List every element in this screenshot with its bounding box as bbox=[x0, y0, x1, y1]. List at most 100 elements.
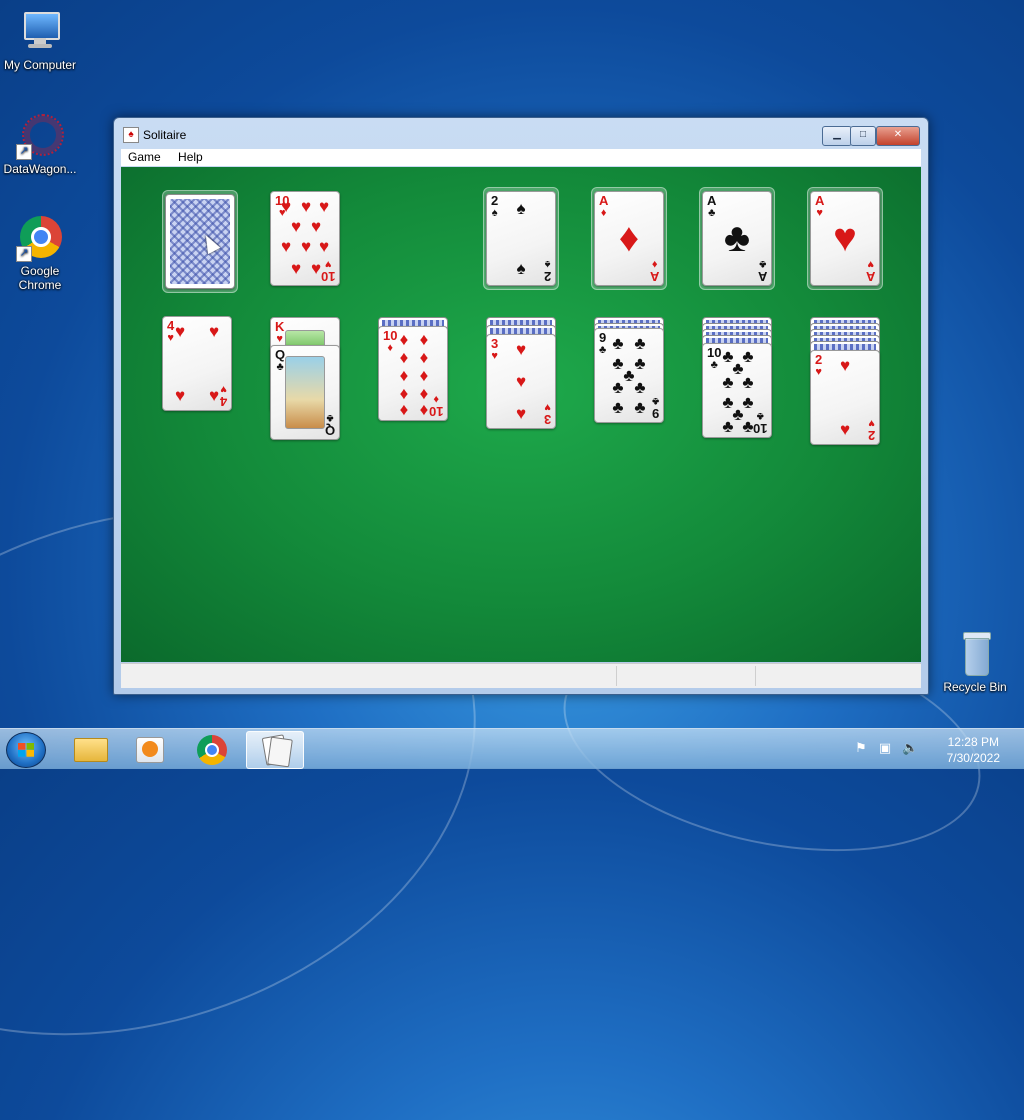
card-pip: ♠ bbox=[516, 199, 526, 218]
close-button[interactable]: ✕ bbox=[876, 126, 920, 146]
taskbar-google-chrome[interactable] bbox=[184, 731, 240, 767]
card-pip: ♦ bbox=[618, 216, 640, 260]
card-pip: ♥ bbox=[290, 259, 302, 278]
card-corner: A ♥ bbox=[815, 193, 825, 219]
folder-icon bbox=[74, 738, 108, 762]
card-pip: ♥ bbox=[310, 217, 322, 236]
card-pip: ♣ bbox=[634, 334, 646, 353]
card-corner: 10 ♦ bbox=[428, 393, 443, 419]
card-pip: ♣ bbox=[634, 398, 646, 417]
tableau-1-card[interactable]: 4 ♥ ♥ ♥ ♥ ♥ 4 ♥ bbox=[162, 316, 232, 411]
card-pip: ♣ bbox=[634, 378, 646, 397]
recycle-bin-icon bbox=[951, 630, 999, 678]
card-pip: ♥ bbox=[174, 322, 186, 341]
volume-icon[interactable]: 🔈 bbox=[902, 741, 918, 755]
tableau-4-card[interactable]: 3 ♥ ♥ ♥ ♥ 3 ♥ bbox=[486, 334, 556, 429]
desktop-icon-label: My Computer bbox=[3, 58, 77, 72]
menu-bar: Game Help bbox=[121, 149, 921, 166]
card-corner: Q ♣ bbox=[275, 347, 286, 373]
desktop-icon-my-computer[interactable]: My Computer bbox=[0, 8, 80, 72]
card-corner: 10 ♣ bbox=[752, 410, 767, 436]
solitaire-window: ♠ Solitaire ▁ □ ✕ Game Help 10 ♥ ♥ ♥ ♥ ♥ … bbox=[113, 117, 929, 695]
foundation-card-3[interactable]: A ♣ ♣ A ♣ bbox=[702, 191, 772, 286]
solitaire-icon-back bbox=[267, 736, 293, 768]
minimize-button[interactable]: ▁ bbox=[822, 126, 852, 146]
desktop-icon-label: DataWagon... bbox=[3, 162, 77, 176]
card-corner: 2 ♥ bbox=[867, 417, 875, 443]
window-title: Solitaire bbox=[143, 128, 187, 142]
waste-card[interactable]: 10 ♥ ♥ ♥ ♥ ♥ ♥ ♥ ♥ ♥ ♥ ♥ 10 ♥ bbox=[270, 191, 340, 286]
card-corner: 10 ♥ bbox=[320, 258, 335, 284]
foundation-card-2[interactable]: A ♦ ♦ A ♦ bbox=[594, 191, 664, 286]
taskbar: ⚑ ▣ 🔈 12:28 PM 7/30/2022 bbox=[0, 728, 1024, 769]
menu-game[interactable]: Game bbox=[121, 149, 168, 164]
tableau-7-card[interactable]: 2 ♥ ♥ ♥ 2 ♥ bbox=[810, 350, 880, 445]
foundation-card-1[interactable]: 2 ♠ ♠ ♠ 2 ♠ bbox=[486, 191, 556, 286]
card-pip: ♦ bbox=[419, 330, 429, 349]
card-pip: ♦ bbox=[419, 348, 429, 367]
card-pip: ♥ bbox=[839, 356, 851, 375]
card-corner: Q ♣ bbox=[324, 412, 335, 438]
card-corner: K ♥ bbox=[275, 319, 285, 345]
taskbar-media-player[interactable] bbox=[122, 731, 178, 767]
clock[interactable]: 12:28 PM 7/30/2022 bbox=[947, 734, 1000, 766]
foundation-card-4[interactable]: A ♥ ♥ A ♥ bbox=[810, 191, 880, 286]
clock-time: 12:28 PM bbox=[947, 735, 999, 749]
taskbar-solitaire[interactable] bbox=[246, 731, 304, 769]
network-icon[interactable]: ▣ bbox=[878, 741, 892, 755]
solitaire-app-icon: ♠ bbox=[123, 127, 139, 143]
card-corner: A ♦ bbox=[649, 258, 659, 284]
card-pip: ♥ bbox=[280, 197, 292, 216]
system-tray: ⚑ ▣ 🔈 12:28 PM 7/30/2022 bbox=[854, 729, 1024, 769]
card-pip: ♦ bbox=[399, 348, 409, 367]
tableau-6-card[interactable]: 10 ♣ ♣ ♣ ♣ ♣ ♣ ♣ ♣ ♣ ♣ ♣ 10 ♣ bbox=[702, 343, 772, 438]
card-pip: ♥ bbox=[208, 322, 220, 341]
card-pip: ♦ bbox=[399, 366, 409, 385]
shortcut-arrow-icon: ↗ bbox=[16, 246, 32, 262]
card-pip: ♣ bbox=[742, 373, 754, 392]
card-pip: ♥ bbox=[280, 237, 292, 256]
taskbar-windows-explorer[interactable] bbox=[62, 731, 118, 767]
card-corner: 3 ♥ bbox=[491, 336, 499, 362]
tableau-2-card[interactable]: Q ♣ Q ♣ bbox=[270, 345, 340, 440]
card-corner: 4 ♥ bbox=[219, 383, 227, 409]
card-pip: ♣ bbox=[722, 417, 734, 436]
card-pip: ♣ bbox=[723, 216, 751, 260]
card-pip: ♥ bbox=[290, 217, 302, 236]
game-board: 10 ♥ ♥ ♥ ♥ ♥ ♥ ♥ ♥ ♥ ♥ ♥ 10 ♥ 2 ♠ ♠ ♠ 2 ♠ A ♦… bbox=[121, 167, 921, 662]
shortcut-arrow-icon: ↗ bbox=[16, 144, 32, 160]
start-button[interactable] bbox=[6, 732, 46, 768]
clock-date: 7/30/2022 bbox=[946, 751, 1000, 765]
card-pip: ♦ bbox=[399, 330, 409, 349]
card-corner: 9 ♣ bbox=[599, 330, 607, 356]
desktop-icon-datawagon[interactable]: ↗ DataWagon... bbox=[0, 112, 80, 176]
card-pip: ♥ bbox=[839, 420, 851, 439]
datawagon-icon: ↗ bbox=[16, 112, 64, 160]
chrome-icon: ↗ bbox=[16, 214, 64, 262]
tableau-5-card[interactable]: 9 ♣ ♣ ♣ ♣ ♣ ♣ ♣ ♣ ♣ ♣ 9 ♣ bbox=[594, 328, 664, 423]
card-corner: 2 ♠ bbox=[543, 258, 551, 284]
stock-pile[interactable] bbox=[165, 194, 235, 289]
queen-face-art bbox=[285, 356, 325, 429]
status-segment bbox=[755, 666, 756, 686]
card-corner: 2 ♠ bbox=[491, 193, 499, 219]
chrome-center-icon bbox=[205, 743, 219, 757]
title-bar[interactable]: ♠ Solitaire ▁ □ ✕ bbox=[114, 118, 928, 148]
windows-logo-icon bbox=[18, 743, 34, 757]
card-corner: A ♣ bbox=[707, 193, 717, 219]
card-pip: ♥ bbox=[174, 386, 186, 405]
card-corner: 3 ♥ bbox=[543, 401, 551, 427]
desktop-icon-recycle-bin[interactable]: Recycle Bin bbox=[935, 630, 1015, 694]
action-center-icon[interactable]: ⚑ bbox=[854, 741, 868, 755]
card-pip: ♥ bbox=[833, 216, 857, 260]
tableau-3-card[interactable]: 10 ♦ ♦ ♦ ♦ ♦ ♦ ♦ ♦ ♦ ♦ ♦ 10 ♦ bbox=[378, 326, 448, 421]
menu-help[interactable]: Help bbox=[171, 149, 210, 164]
desktop-icon-label: Google Chrome bbox=[18, 264, 62, 292]
card-pip: ♦ bbox=[419, 366, 429, 385]
card-pip: ♣ bbox=[612, 378, 624, 397]
card-pip: ♥ bbox=[515, 372, 527, 391]
card-pip: ♥ bbox=[318, 197, 330, 216]
card-pip: ♦ bbox=[399, 400, 409, 419]
desktop-icon-google-chrome[interactable]: ↗ Google Chrome bbox=[0, 214, 80, 292]
maximize-button[interactable]: □ bbox=[850, 126, 876, 146]
